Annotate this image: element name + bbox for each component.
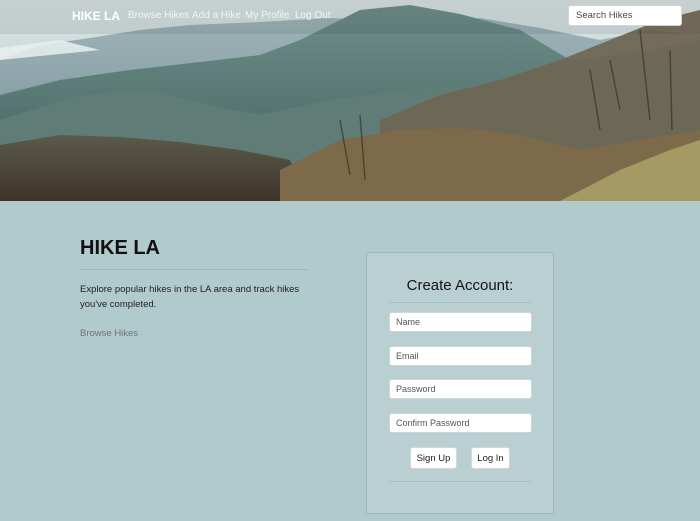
- email-field[interactable]: [389, 346, 532, 366]
- password-field[interactable]: [389, 379, 532, 399]
- brand-logo-link[interactable]: HIKE LA: [72, 9, 120, 23]
- nav-link-my-profile[interactable]: My Profile: [245, 10, 289, 21]
- page-title: HIKE LA: [80, 237, 160, 259]
- create-account-card: Create Account: Sign Up Log In: [366, 252, 554, 514]
- search-input[interactable]: [568, 5, 682, 26]
- nav-link-browse-hikes[interactable]: Browse Hikes: [128, 10, 189, 21]
- create-account-title: Create Account:: [406, 277, 514, 294]
- sign-up-button[interactable]: Sign Up: [410, 447, 457, 469]
- log-in-button[interactable]: Log In: [471, 447, 510, 469]
- title-divider: [80, 269, 308, 270]
- navbar: HIKE LA Browse Hikes Add a Hike My Profi…: [0, 0, 700, 32]
- name-field[interactable]: [389, 312, 532, 332]
- card-bottom-divider: [389, 481, 531, 482]
- browse-hikes-link[interactable]: Browse Hikes: [80, 328, 138, 339]
- intro-description: Explore popular hikes in the LA area and…: [80, 284, 300, 310]
- card-title-divider: [389, 302, 531, 303]
- confirm-password-field[interactable]: [389, 413, 532, 433]
- nav-link-log-out[interactable]: Log Out: [295, 10, 331, 21]
- nav-link-add-a-hike[interactable]: Add a Hike: [192, 10, 241, 21]
- hero-banner: HIKE LA Browse Hikes Add a Hike My Profi…: [0, 0, 700, 201]
